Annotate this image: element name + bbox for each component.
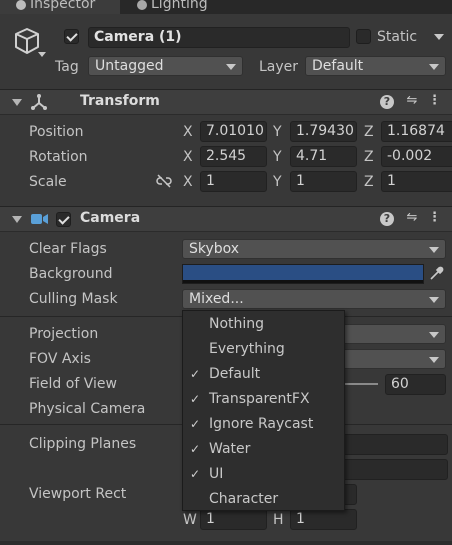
axis-x-label[interactable]: X xyxy=(183,174,193,190)
question-icon[interactable]: ? xyxy=(380,212,394,226)
axis-y-label[interactable]: Y xyxy=(273,124,282,140)
layer-label: Layer xyxy=(259,59,299,75)
projection-label: Projection xyxy=(29,326,99,342)
scale-label: Scale xyxy=(29,174,67,190)
clear-flags-label: Clear Flags xyxy=(29,241,107,257)
axis-x-label[interactable]: X xyxy=(183,124,193,140)
viewport-h-label[interactable]: H xyxy=(273,512,284,528)
menu-item-water[interactable]: ✓ Water xyxy=(183,437,344,462)
axis-z-label[interactable]: Z xyxy=(364,149,374,165)
camera-icon xyxy=(31,214,48,224)
question-icon[interactable]: ? xyxy=(380,95,394,109)
checkmark-icon: ✓ xyxy=(190,367,201,381)
menu-item-default[interactable]: ✓ Default xyxy=(183,362,344,387)
rotation-x-field[interactable]: 2.545 xyxy=(200,146,267,167)
object-name-field[interactable]: Camera (1) xyxy=(88,27,350,48)
kebab-icon[interactable]: ⋮ xyxy=(428,211,441,225)
foldout-arrow-icon[interactable] xyxy=(12,99,22,106)
chevron-down-icon xyxy=(429,332,439,338)
position-y-field[interactable]: 1.79430 xyxy=(290,121,357,142)
tab-inspector[interactable]: Inspector xyxy=(0,0,120,14)
chevron-down-icon xyxy=(226,64,236,70)
menu-item-character[interactable]: Character xyxy=(183,487,344,512)
clear-flags-dropdown[interactable]: Skybox xyxy=(182,239,446,259)
position-label: Position xyxy=(29,124,84,140)
static-checkbox[interactable] xyxy=(356,29,371,44)
scale-y-field[interactable]: 1 xyxy=(290,171,357,192)
camera-enabled-checkbox[interactable] xyxy=(56,212,71,227)
viewport-h-field[interactable]: 1 xyxy=(290,509,357,530)
menu-item-ui[interactable]: ✓ UI xyxy=(183,462,344,487)
axis-y-label[interactable]: Y xyxy=(273,174,282,190)
position-z-field[interactable]: 1.16874 xyxy=(381,121,452,142)
menu-item-ignore-raycast[interactable]: ✓ Ignore Raycast xyxy=(183,412,344,437)
chevron-down-icon xyxy=(429,297,439,303)
component-title: Transform xyxy=(80,93,160,109)
tab-bar: Inspector Lighting xyxy=(0,0,452,14)
tag-label: Tag xyxy=(55,59,79,75)
field-of-view-input[interactable]: 60 xyxy=(385,374,446,395)
rotation-label: Rotation xyxy=(29,149,88,165)
scale-z-field[interactable]: 1 xyxy=(381,171,452,192)
axis-y-label[interactable]: Y xyxy=(273,149,282,165)
sliders-icon[interactable]: ⇋ xyxy=(404,211,420,225)
foldout-arrow-icon[interactable] xyxy=(12,216,22,223)
camera-header[interactable]: Camera ? ⇋ ⋮ xyxy=(0,206,452,232)
bottom-edge xyxy=(0,541,452,545)
transform-header[interactable]: Transform ? ⇋ ⋮ xyxy=(0,89,452,115)
kebab-icon[interactable]: ⋮ xyxy=(428,94,441,108)
culling-mask-dropdown[interactable]: Mixed... xyxy=(182,289,446,309)
rotation-y-field[interactable]: 4.71 xyxy=(290,146,357,167)
menu-item-everything[interactable]: Everything xyxy=(183,337,344,362)
checkmark-icon: ✓ xyxy=(190,467,201,481)
clipping-planes-label: Clipping Planes xyxy=(29,436,137,452)
position-x-field[interactable]: 7.01010 xyxy=(200,121,267,142)
tag-dropdown[interactable]: Untagged xyxy=(88,56,243,76)
icon-picker-arrow[interactable] xyxy=(38,52,46,57)
culling-mask-menu: Nothing Everything ✓ Default ✓ Transparent… xyxy=(182,310,345,511)
static-label: Static xyxy=(377,29,418,45)
rotation-z-field[interactable]: -0.002 xyxy=(381,146,452,167)
eyedropper-icon[interactable] xyxy=(428,266,444,282)
fov-axis-label: FOV Axis xyxy=(29,351,91,367)
menu-item-transparentfx[interactable]: ✓ TransparentFX xyxy=(183,387,344,412)
lightbulb-icon xyxy=(137,0,147,10)
axis-z-label[interactable]: Z xyxy=(364,124,374,140)
physical-camera-label: Physical Camera xyxy=(29,401,146,417)
field-of-view-label: Field of View xyxy=(29,376,117,392)
component-title: Camera xyxy=(80,210,141,226)
chevron-down-icon xyxy=(429,64,439,70)
checkmark-icon: ✓ xyxy=(190,417,201,431)
chevron-down-icon xyxy=(429,357,439,363)
sliders-icon[interactable]: ⇋ xyxy=(404,94,420,108)
culling-mask-label: Culling Mask xyxy=(29,291,118,307)
viewport-w-field[interactable]: 1 xyxy=(200,509,267,530)
axis-z-label[interactable]: Z xyxy=(364,174,374,190)
background-label: Background xyxy=(29,266,113,282)
checkmark-icon: ✓ xyxy=(190,392,201,406)
constrain-proportions-icon[interactable] xyxy=(156,174,172,188)
tab-lighting[interactable]: Lighting xyxy=(124,0,244,14)
chevron-down-icon xyxy=(429,247,439,253)
scale-x-field[interactable]: 1 xyxy=(200,171,267,192)
active-checkbox[interactable] xyxy=(64,29,79,44)
transform-icon xyxy=(31,94,47,110)
static-dropdown-icon[interactable] xyxy=(434,34,444,40)
layer-dropdown[interactable]: Default xyxy=(305,56,446,76)
alpha-bar xyxy=(183,280,423,283)
menu-item-nothing[interactable]: Nothing xyxy=(183,312,344,337)
info-icon xyxy=(16,0,26,10)
checkmark-icon: ✓ xyxy=(190,442,201,456)
viewport-w-label[interactable]: W xyxy=(183,512,197,528)
background-color-field[interactable] xyxy=(182,264,424,284)
viewport-rect-label: Viewport Rect xyxy=(29,486,127,502)
axis-x-label[interactable]: X xyxy=(183,149,193,165)
